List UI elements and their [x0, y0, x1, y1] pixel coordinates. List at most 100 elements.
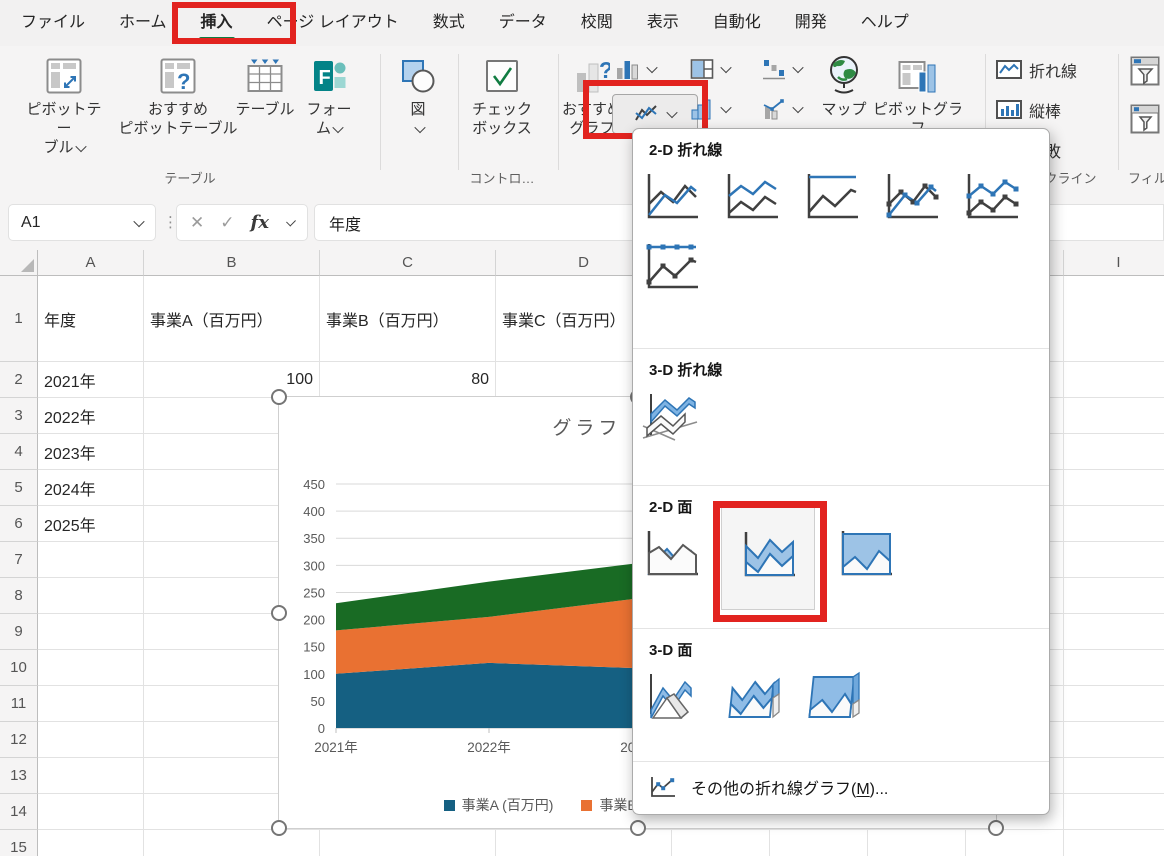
cell-I15[interactable]	[1064, 830, 1164, 856]
checkbox-button[interactable]: チェックボックス	[462, 52, 542, 138]
ribbon-tab-ファイル[interactable]: ファイル	[4, 0, 102, 46]
cell-A2[interactable]: 2021年	[38, 362, 144, 398]
ribbon-tab-ヘルプ[interactable]: ヘルプ	[844, 0, 926, 46]
cell-A12[interactable]	[38, 722, 144, 758]
row-header-9[interactable]: 9	[0, 614, 38, 650]
cell-I12[interactable]	[1064, 722, 1164, 758]
row-header-8[interactable]: 8	[0, 578, 38, 614]
cell-A14[interactable]	[38, 794, 144, 830]
row-header-3[interactable]: 3	[0, 398, 38, 434]
chart-type-100-stacked-area[interactable]	[835, 527, 895, 583]
cell-A10[interactable]	[38, 650, 144, 686]
cell-I10[interactable]	[1064, 650, 1164, 686]
cell-G15[interactable]	[868, 830, 966, 856]
chart-type-3d-area[interactable]	[641, 670, 701, 726]
forms-button[interactable]: F フォーム	[300, 52, 358, 138]
cell-B1[interactable]: 事業A（百万円）	[144, 276, 320, 362]
cell-A3[interactable]: 2022年	[38, 398, 144, 434]
col-header-B[interactable]: B	[144, 250, 320, 276]
pivotchart-button[interactable]: ピボットグラフ	[868, 52, 968, 138]
cell-I9[interactable]	[1064, 614, 1164, 650]
slicer-button[interactable]	[1130, 56, 1160, 86]
ribbon-tab-校閲[interactable]: 校閲	[564, 0, 630, 46]
cell-H15[interactable]	[966, 830, 1064, 856]
cell-I11[interactable]	[1064, 686, 1164, 722]
maps-button[interactable]: マップ	[815, 52, 873, 119]
insert-waterfall-chart-button[interactable]	[762, 58, 802, 80]
ribbon-tab-ホーム[interactable]: ホーム	[102, 0, 184, 46]
cell-I3[interactable]	[1064, 398, 1164, 434]
cell-I6[interactable]	[1064, 506, 1164, 542]
row-header-6[interactable]: 6	[0, 506, 38, 542]
illustrations-button[interactable]: 図	[390, 52, 446, 138]
cell-A5[interactable]: 2024年	[38, 470, 144, 506]
ribbon-tab-データ[interactable]: データ	[482, 0, 564, 46]
cancel-icon[interactable]: ✕	[190, 213, 204, 233]
cell-I4[interactable]	[1064, 434, 1164, 470]
cell-A15[interactable]	[38, 830, 144, 856]
recommended-pivottables-button[interactable]: ? おすすめピボットテーブル	[118, 52, 238, 138]
chart-type-100-stacked-line[interactable]	[801, 170, 861, 226]
cell-A4[interactable]: 2023年	[38, 434, 144, 470]
chart-type-stacked-line-with-markers[interactable]	[961, 170, 1021, 226]
row-header-11[interactable]: 11	[0, 686, 38, 722]
chart-type-stacked-line[interactable]	[721, 170, 781, 226]
cell-A13[interactable]	[38, 758, 144, 794]
cell-I13[interactable]	[1064, 758, 1164, 794]
cell-A1[interactable]: 年度	[38, 276, 144, 362]
cell-I2[interactable]	[1064, 362, 1164, 398]
row-header-10[interactable]: 10	[0, 650, 38, 686]
cell-B2[interactable]: 100	[144, 362, 320, 398]
cell-I1[interactable]	[1064, 276, 1164, 362]
chart-selection-handle[interactable]	[630, 820, 646, 836]
cell-C1[interactable]: 事業B（百万円）	[320, 276, 496, 362]
cell-A7[interactable]	[38, 542, 144, 578]
ribbon-tab-開発[interactable]: 開発	[778, 0, 844, 46]
col-header-A[interactable]: A	[38, 250, 144, 276]
col-header-I[interactable]: I	[1064, 250, 1164, 276]
chart-type-line[interactable]	[641, 170, 701, 226]
sparkline-line-button[interactable]: 折れ線	[996, 58, 1077, 82]
cell-I7[interactable]	[1064, 542, 1164, 578]
row-header-12[interactable]: 12	[0, 722, 38, 758]
insert-combo-chart-button[interactable]	[762, 98, 802, 120]
chart-type-area[interactable]	[641, 527, 701, 583]
enter-icon[interactable]: ✓	[220, 213, 234, 233]
chart-type-3d-line[interactable]	[641, 390, 701, 446]
ribbon-tab-自動化[interactable]: 自動化	[696, 0, 778, 46]
row-header-14[interactable]: 14	[0, 794, 38, 830]
ribbon-tab-数式[interactable]: 数式	[416, 0, 482, 46]
chart-selection-handle[interactable]	[271, 389, 287, 405]
chart-type-stacked-area[interactable]	[721, 507, 815, 610]
row-header-15[interactable]: 15	[0, 830, 38, 856]
chart-type-3d-stacked-area[interactable]	[721, 670, 781, 726]
chart-type-3d-100-stacked-area[interactable]	[801, 670, 861, 726]
col-header-C[interactable]: C	[320, 250, 496, 276]
cell-F15[interactable]	[770, 830, 868, 856]
timeline-button[interactable]	[1130, 104, 1160, 134]
cell-E15[interactable]	[672, 830, 770, 856]
chart-selection-handle[interactable]	[271, 605, 287, 621]
name-box[interactable]: A1	[8, 204, 156, 241]
row-header-13[interactable]: 13	[0, 758, 38, 794]
insert-column-chart-button[interactable]	[616, 58, 656, 80]
row-header-5[interactable]: 5	[0, 470, 38, 506]
cell-A11[interactable]	[38, 686, 144, 722]
select-all-corner[interactable]	[0, 250, 38, 276]
cell-I8[interactable]	[1064, 578, 1164, 614]
pivot-table-button[interactable]: ピボットテーブル	[20, 52, 108, 157]
ribbon-tab-表示[interactable]: 表示	[630, 0, 696, 46]
cell-I14[interactable]	[1064, 794, 1164, 830]
chart-selection-handle[interactable]	[988, 820, 1004, 836]
row-header-2[interactable]: 2	[0, 362, 38, 398]
cell-A8[interactable]	[38, 578, 144, 614]
cell-C15[interactable]	[320, 830, 496, 856]
insert-statistic-chart-button[interactable]	[690, 98, 730, 120]
ribbon-tab-ページ レイアウト[interactable]: ページ レイアウト	[250, 0, 416, 46]
more-line-charts-item[interactable]: その他の折れ線グラフ(M)...	[633, 762, 1049, 812]
row-header-4[interactable]: 4	[0, 434, 38, 470]
chart-type-100-stacked-line-with-markers[interactable]	[641, 240, 701, 296]
cell-B15[interactable]	[144, 830, 320, 856]
row-header-7[interactable]: 7	[0, 542, 38, 578]
chart-type-line-with-markers[interactable]	[881, 170, 941, 226]
